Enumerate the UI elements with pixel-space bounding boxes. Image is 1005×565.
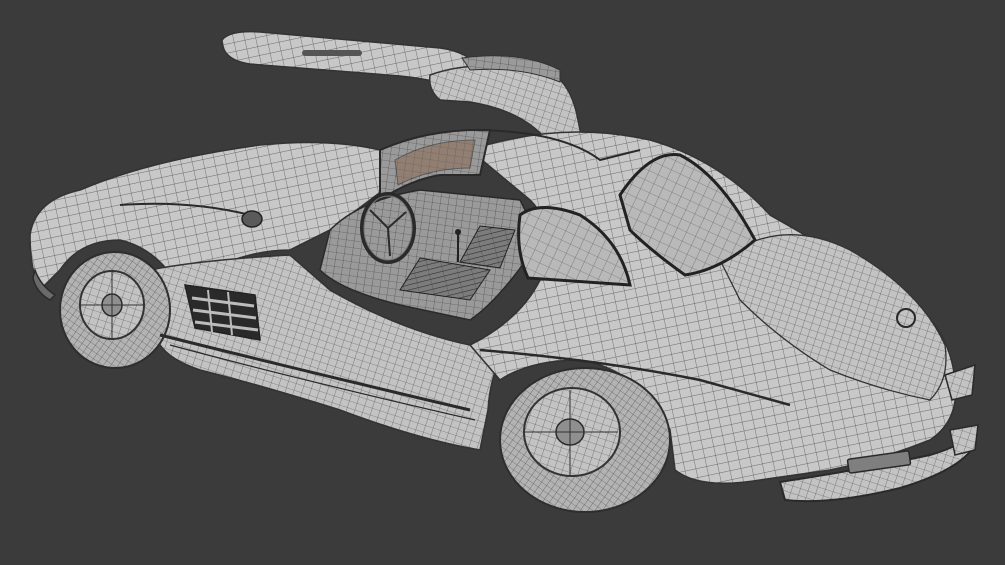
3d-viewport[interactable] <box>0 0 1005 565</box>
car-wireframe-model <box>29 30 979 513</box>
front-wheel <box>59 251 171 369</box>
side-mirror <box>241 210 263 228</box>
rear-wheel <box>499 367 671 513</box>
